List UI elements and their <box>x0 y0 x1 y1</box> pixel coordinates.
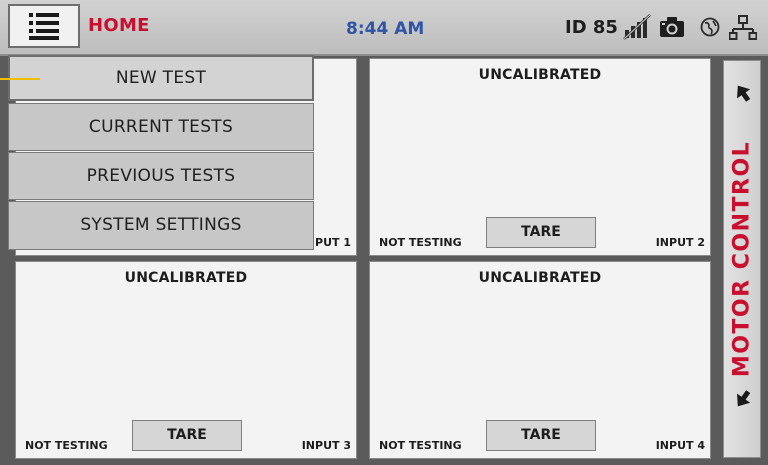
input-label: INPUT 4 <box>655 439 705 452</box>
input-panel-3[interactable]: UNCALIBRATED NOT TESTING TARE INPUT 3 <box>15 261 357 459</box>
tare-button[interactable]: TARE <box>486 420 596 451</box>
motor-control-bar[interactable]: MOTOR CONTROL <box>723 60 761 458</box>
calibration-status: UNCALIBRATED <box>478 270 602 286</box>
tare-button[interactable]: TARE <box>132 420 242 451</box>
input-panel-4[interactable]: UNCALIBRATED NOT TESTING TARE INPUT 4 <box>369 261 711 459</box>
page-title: HOME <box>88 15 150 36</box>
testing-status: NOT TESTING <box>379 439 462 452</box>
menu-button[interactable] <box>8 4 80 48</box>
menu-item-current-tests[interactable]: CURRENT TESTS <box>8 103 314 151</box>
main-menu-dropdown: NEW TEST CURRENT TESTS PREVIOUS TESTS SY… <box>8 55 314 250</box>
signal-off-icon <box>623 14 653 40</box>
testing-status: NOT TESTING <box>379 236 462 249</box>
globe-icon[interactable] <box>700 14 720 40</box>
menu-item-new-test[interactable]: NEW TEST <box>8 55 314 101</box>
input-label: INPUT 3 <box>301 439 351 452</box>
network-icon[interactable] <box>729 14 757 40</box>
menu-icon <box>28 11 60 41</box>
device-id: ID 85 <box>565 17 618 38</box>
clock-time: 8:44 AM <box>346 19 425 39</box>
top-bar: HOME 8:44 AM ID 85 <box>0 0 768 56</box>
menu-item-previous-tests[interactable]: PREVIOUS TESTS <box>8 152 314 200</box>
input-label: INPUT 2 <box>655 236 705 249</box>
arrow-up-icon[interactable] <box>733 83 753 107</box>
calibration-status: UNCALIBRATED <box>478 67 602 83</box>
pointer-indicator <box>0 78 40 80</box>
camera-icon[interactable] <box>659 14 685 40</box>
menu-item-system-settings[interactable]: SYSTEM SETTINGS <box>8 201 314 250</box>
calibration-status: UNCALIBRATED <box>124 270 248 286</box>
tare-button[interactable]: TARE <box>486 217 596 248</box>
input-panel-2[interactable]: UNCALIBRATED NOT TESTING TARE INPUT 2 <box>369 58 711 256</box>
input-label: PUT 1 <box>315 236 351 249</box>
arrow-down-icon[interactable] <box>733 389 753 413</box>
testing-status: NOT TESTING <box>25 439 108 452</box>
motor-control-label: MOTOR CONTROL <box>729 140 755 378</box>
